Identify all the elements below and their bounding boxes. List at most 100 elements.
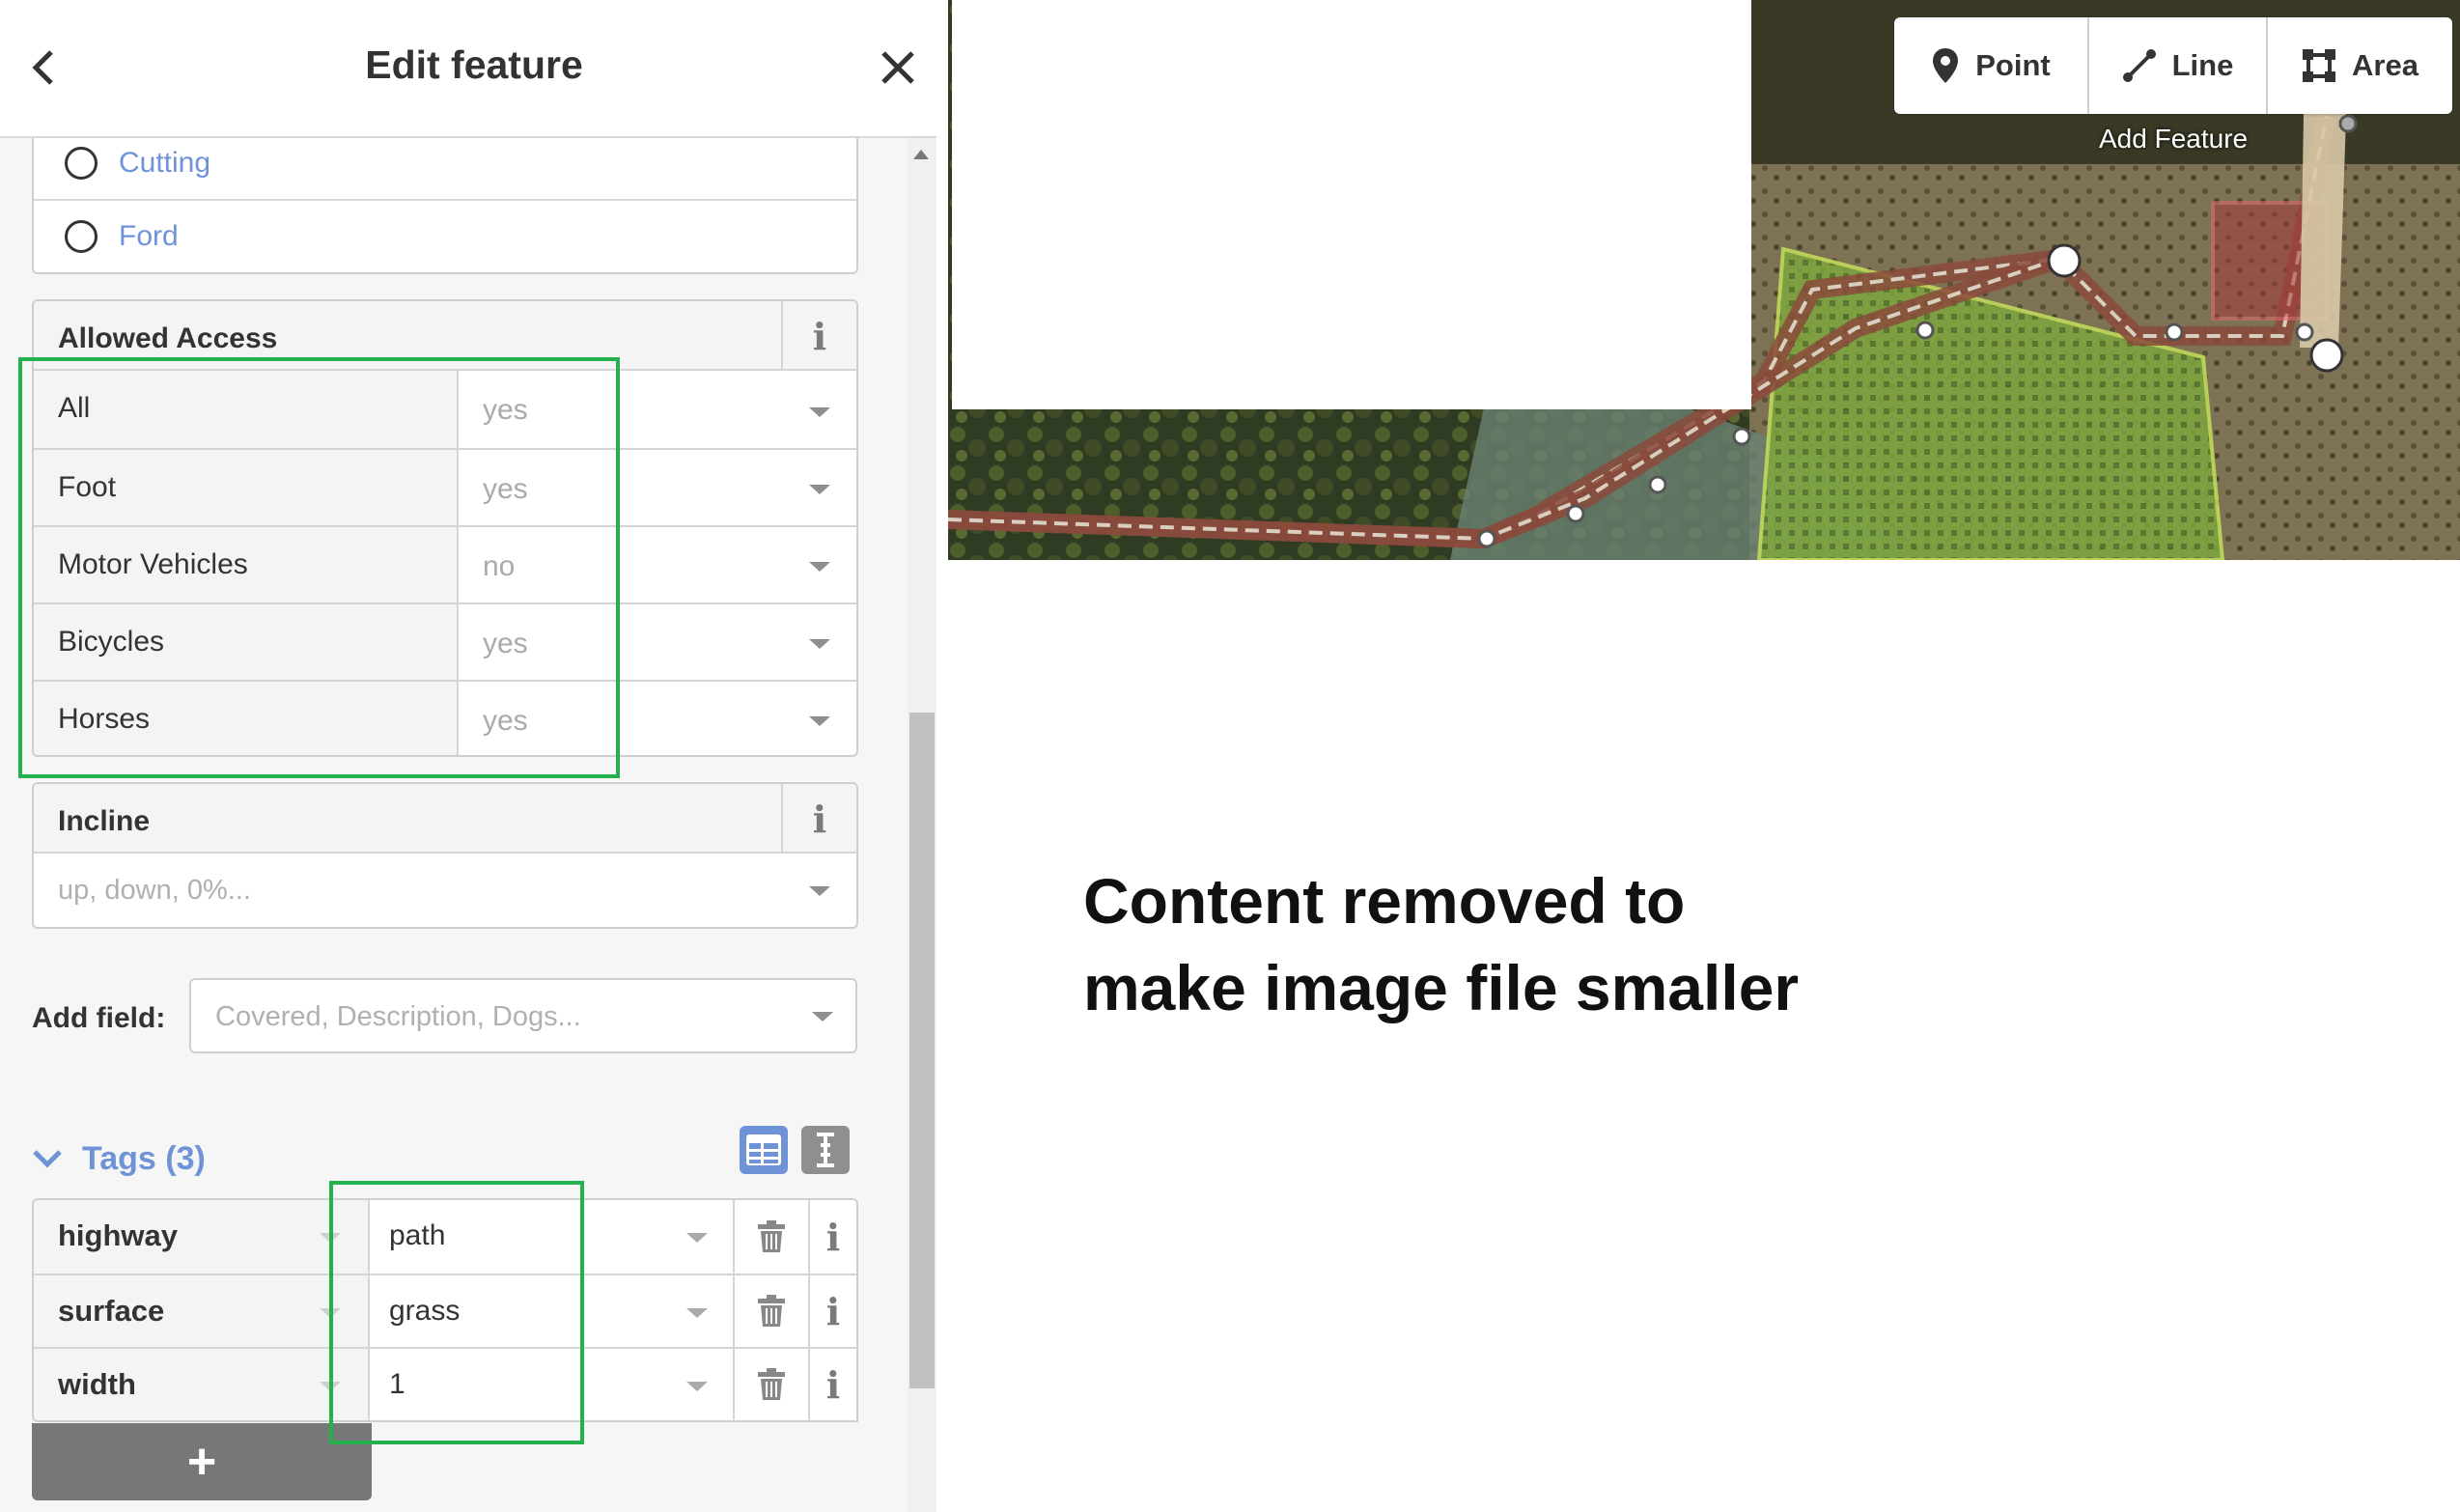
chevron-down-icon[interactable] bbox=[320, 1233, 341, 1243]
close-icon[interactable] bbox=[881, 50, 915, 85]
trash-icon bbox=[758, 1220, 785, 1252]
access-row-all[interactable]: All yes bbox=[34, 371, 856, 448]
add-point-button[interactable]: Point bbox=[1894, 17, 2087, 114]
incline-field: Incline i up, down, 0%... bbox=[32, 782, 858, 929]
chevron-down-icon[interactable] bbox=[809, 639, 830, 649]
scroll-up-arrow-icon[interactable] bbox=[913, 150, 929, 159]
access-key: Foot bbox=[58, 471, 117, 503]
allowed-access-info-button[interactable]: i bbox=[781, 301, 856, 371]
chevron-down-icon[interactable] bbox=[809, 485, 830, 494]
tag-list-view-button[interactable] bbox=[740, 1126, 788, 1174]
plus-icon[interactable]: + bbox=[187, 1437, 216, 1487]
access-value-combo[interactable]: yes bbox=[483, 473, 528, 506]
access-row-foot[interactable]: Foot yes bbox=[34, 448, 856, 525]
allowed-access-field: Allowed Access i All yes Foot yes Motor … bbox=[32, 299, 858, 757]
tag-key-input[interactable]: width bbox=[34, 1349, 370, 1420]
incline-info-button[interactable]: i bbox=[781, 784, 856, 854]
tags-table: highway path i surface grass i width 1 i bbox=[32, 1198, 858, 1422]
structure-radio-card: Cutting Ford bbox=[32, 126, 858, 274]
map-pin-icon bbox=[1933, 48, 1959, 83]
info-icon: i bbox=[812, 314, 827, 358]
edit-feature-sidebar: Cutting Ford Allowed Access i All yes Fo… bbox=[0, 0, 948, 1512]
tag-info-button[interactable]: i bbox=[810, 1200, 856, 1274]
info-icon: i bbox=[825, 1362, 841, 1407]
tag-row: width 1 i bbox=[34, 1347, 856, 1420]
trash-icon bbox=[758, 1295, 785, 1327]
radio-circle-icon[interactable] bbox=[65, 220, 98, 253]
info-icon: i bbox=[825, 1215, 841, 1259]
add-line-button[interactable]: Line bbox=[2087, 17, 2266, 114]
map-blank-overlay bbox=[952, 0, 1751, 409]
radio-circle-icon[interactable] bbox=[65, 147, 98, 180]
radio-label-ford[interactable]: Ford bbox=[119, 220, 179, 253]
tag-info-button[interactable]: i bbox=[810, 1275, 856, 1347]
add-feature-toolbar: Point Line Area bbox=[1894, 17, 2452, 114]
radio-label-cutting[interactable]: Cutting bbox=[119, 147, 210, 180]
access-key: Horses bbox=[58, 703, 151, 735]
access-row-motor-vehicles[interactable]: Motor Vehicles no bbox=[34, 525, 856, 602]
tag-row: highway path i bbox=[34, 1200, 856, 1274]
sidebar-divider bbox=[936, 0, 948, 1512]
area-icon bbox=[2303, 49, 2336, 82]
area-label[interactable]: Area bbox=[2352, 48, 2418, 83]
chevron-down-icon[interactable] bbox=[809, 562, 830, 572]
text-cursor-icon bbox=[817, 1133, 834, 1167]
point-label[interactable]: Point bbox=[1975, 48, 2051, 83]
notice-line-1: Content removed to bbox=[1083, 865, 1686, 937]
tag-info-button[interactable]: i bbox=[810, 1349, 856, 1420]
tag-value-input[interactable]: grass bbox=[370, 1275, 733, 1347]
chevron-down-icon[interactable] bbox=[809, 886, 830, 896]
access-value-combo[interactable]: yes bbox=[483, 705, 528, 738]
page-title: Edit feature bbox=[365, 42, 583, 87]
table-icon bbox=[746, 1134, 781, 1165]
add-feature-caption: Add Feature bbox=[2099, 124, 2249, 154]
notice-line-2: make image file smaller bbox=[1083, 952, 1800, 1023]
info-icon: i bbox=[812, 797, 827, 841]
tag-value-input[interactable]: 1 bbox=[370, 1349, 733, 1420]
text-view-button[interactable] bbox=[801, 1126, 850, 1174]
delete-tag-button[interactable] bbox=[733, 1275, 810, 1347]
tag-key-input[interactable]: highway bbox=[34, 1200, 370, 1274]
chevron-down-icon[interactable] bbox=[686, 1308, 708, 1318]
add-field-input[interactable]: Covered, Description, Dogs... bbox=[189, 978, 857, 1053]
chevron-down-icon[interactable] bbox=[32, 1148, 63, 1169]
chevron-down-icon[interactable] bbox=[320, 1308, 341, 1318]
line-label[interactable]: Line bbox=[2172, 48, 2234, 83]
access-row-horses[interactable]: Horses yes bbox=[34, 680, 856, 755]
tag-key-input[interactable]: surface bbox=[34, 1275, 370, 1347]
access-value-combo[interactable]: no bbox=[483, 550, 515, 583]
access-row-bicycles[interactable]: Bicycles yes bbox=[34, 602, 856, 680]
chevron-down-icon[interactable] bbox=[809, 407, 830, 417]
access-key: Bicycles bbox=[58, 626, 165, 658]
access-value-combo[interactable]: yes bbox=[483, 628, 528, 660]
close-button[interactable] bbox=[869, 39, 927, 97]
add-area-button[interactable]: Area bbox=[2266, 17, 2452, 114]
tag-row: surface grass i bbox=[34, 1274, 856, 1347]
add-field-label: Add field: bbox=[32, 1002, 166, 1034]
scrollbar-thumb[interactable] bbox=[909, 713, 935, 1388]
chevron-down-icon[interactable] bbox=[686, 1233, 708, 1243]
incline-label: Incline bbox=[58, 805, 151, 837]
chevron-down-icon[interactable] bbox=[320, 1382, 341, 1391]
tag-value-input[interactable]: path bbox=[370, 1200, 733, 1274]
chevron-down-icon[interactable] bbox=[809, 716, 830, 726]
delete-tag-button[interactable] bbox=[733, 1349, 810, 1420]
content-removed-notice: Content removed to make image file small… bbox=[1083, 857, 1799, 1031]
chevron-down-icon[interactable] bbox=[686, 1382, 708, 1391]
incline-input[interactable]: up, down, 0%... bbox=[34, 854, 856, 927]
trash-icon bbox=[758, 1368, 785, 1400]
info-icon: i bbox=[825, 1289, 841, 1333]
delete-tag-button[interactable] bbox=[733, 1200, 810, 1274]
tags-title[interactable]: Tags (3) bbox=[82, 1140, 206, 1178]
allowed-access-header: Allowed Access i bbox=[34, 301, 856, 371]
chevron-down-icon[interactable] bbox=[812, 1012, 833, 1022]
access-key: Motor Vehicles bbox=[58, 548, 248, 580]
radio-option-ford[interactable]: Ford bbox=[34, 199, 856, 272]
sidebar-scrollbar[interactable] bbox=[908, 138, 936, 1512]
line-icon bbox=[2122, 49, 2156, 82]
add-tag-button[interactable]: + bbox=[32, 1423, 372, 1500]
tags-section-toggle[interactable]: Tags (3) bbox=[32, 1134, 206, 1183]
access-value-combo[interactable]: yes bbox=[483, 394, 528, 427]
allowed-access-label: Allowed Access bbox=[58, 322, 278, 354]
add-field-placeholder: Covered, Description, Dogs... bbox=[215, 1001, 581, 1032]
